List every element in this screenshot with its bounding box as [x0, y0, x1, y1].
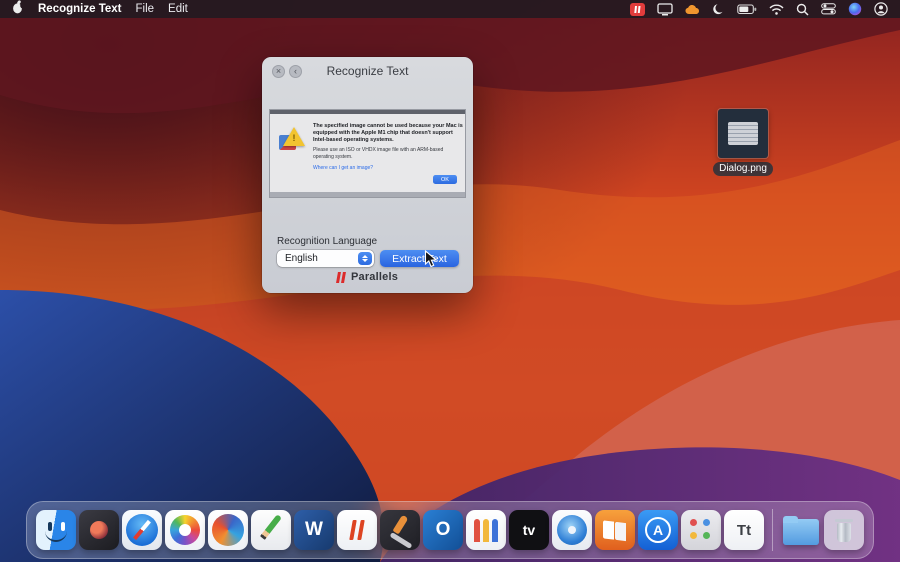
dock-browser-icon[interactable] — [208, 510, 248, 550]
dock-photo-booth-icon[interactable] — [79, 510, 119, 550]
dock-books-icon[interactable] — [595, 510, 635, 550]
battery-icon[interactable] — [737, 4, 757, 15]
dock-outlook-icon[interactable]: O — [423, 510, 463, 550]
recognize-text-window: × ‹ Recognize Text ! The specified image… — [262, 57, 473, 293]
spotlight-search-icon[interactable] — [796, 3, 809, 16]
parallels-logo-text: Parallels — [351, 271, 398, 283]
dock-palette-icon[interactable] — [681, 510, 721, 550]
preview-window-edge-bottom — [270, 192, 465, 197]
desktop-screen: Recognize Text File Edit — [0, 0, 900, 562]
menu-app-name[interactable]: Recognize Text — [38, 3, 122, 15]
image-preview: ! The specified image cannot be used bec… — [269, 109, 466, 198]
dock-safari-icon[interactable] — [122, 510, 162, 550]
moon-icon[interactable] — [712, 3, 725, 16]
extract-text-button[interactable]: Extract Text — [380, 250, 459, 267]
user-account-icon[interactable] — [874, 2, 888, 16]
dock-word-glyph: W — [294, 510, 334, 550]
menu-bar: Recognize Text File Edit — [0, 0, 900, 18]
preview-alert-link: Where can I get an image? — [313, 165, 463, 171]
language-dropdown[interactable]: English — [277, 250, 374, 267]
apple-menu-icon[interactable] — [12, 0, 24, 19]
dock-pencil-icon[interactable] — [251, 510, 291, 550]
dock-dvd-icon[interactable] — [552, 510, 592, 550]
dock-app-store-icon[interactable]: A — [638, 510, 678, 550]
preview-ok-button: OK — [433, 175, 457, 184]
wifi-icon[interactable] — [769, 4, 784, 15]
parallels-brand: Parallels — [262, 271, 473, 283]
dock-outlook-glyph: O — [423, 510, 463, 550]
dock-apple-tv-glyph: tv — [509, 510, 549, 550]
preview-alert-title: The specified image cannot be used becau… — [313, 123, 463, 144]
dropdown-stepper-icon — [358, 252, 372, 265]
display-status-icon[interactable] — [657, 3, 673, 16]
parallels-status-icon[interactable] — [630, 3, 645, 16]
warning-icon: ! — [279, 127, 305, 154]
dock-photos-icon[interactable] — [165, 510, 205, 550]
language-label: Recognition Language — [277, 236, 377, 247]
file-label: Dialog.png — [713, 162, 773, 176]
dock-app-store-glyph: A — [638, 510, 678, 550]
language-dropdown-value: English — [285, 253, 318, 264]
dock: W Otv A Tt — [26, 501, 874, 559]
preview-alert-dialog: ! The specified image cannot be used bec… — [270, 114, 465, 192]
dock-parallels-icon[interactable] — [337, 510, 377, 550]
window-title: Recognize Text — [262, 64, 473, 78]
dock-crayons-icon[interactable] — [466, 510, 506, 550]
thumbnail-dialog-image — [728, 122, 758, 145]
dock-textedit-icon[interactable]: Tt — [724, 510, 764, 550]
file-thumbnail — [718, 109, 768, 158]
cloud-status-icon[interactable] — [685, 4, 700, 15]
dock-downloads-folder-icon[interactable] — [781, 510, 821, 550]
preview-alert-body: Please use an ISO or VHDX image file wit… — [313, 147, 463, 161]
dock-finder-icon[interactable] — [36, 510, 76, 550]
dock-textedit-glyph: Tt — [724, 510, 764, 550]
menu-edit[interactable]: Edit — [168, 3, 188, 15]
menu-file[interactable]: File — [136, 3, 155, 15]
control-center-icon[interactable] — [821, 3, 836, 15]
dock-trash-icon[interactable] — [824, 510, 864, 550]
dock-word-icon[interactable]: W — [294, 510, 334, 550]
parallels-logo-icon — [337, 272, 347, 283]
dock-paint-icon[interactable] — [380, 510, 420, 550]
dock-divider — [772, 509, 773, 551]
desktop-file-dialog-png[interactable]: Dialog.png — [710, 109, 776, 176]
dock-apple-tv-icon[interactable]: tv — [509, 510, 549, 550]
siri-icon[interactable] — [848, 2, 862, 16]
